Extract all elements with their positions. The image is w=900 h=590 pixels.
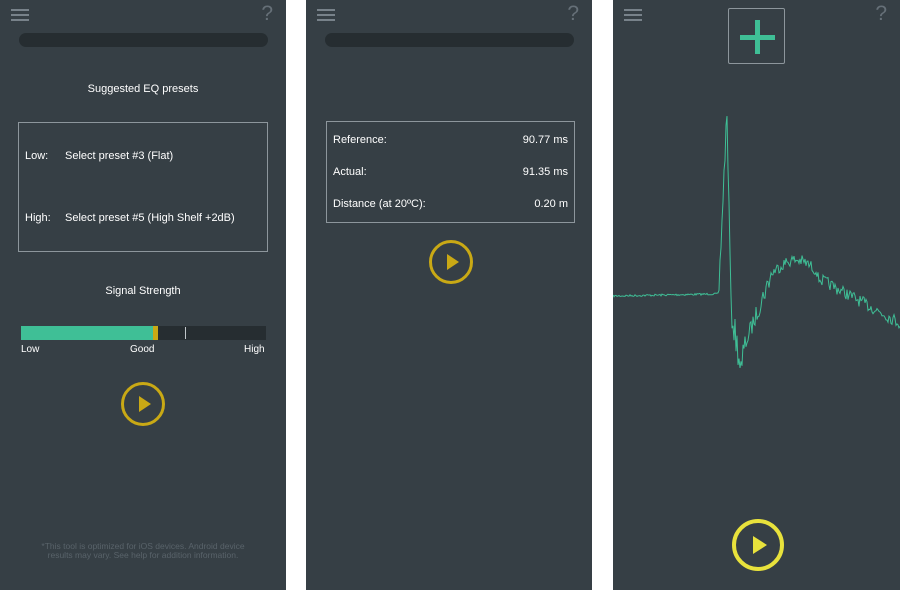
screen-delay-results: ? Reference: 90.77 ms Actual: 91.35 ms D… [306, 0, 592, 590]
screen-eq-presets: ? Suggested EQ presets Low: Select prese… [0, 0, 286, 590]
signal-meter-peak [153, 326, 158, 340]
eq-presets-title: Suggested EQ presets [87, 83, 199, 95]
signal-meter-fill [21, 326, 153, 340]
play-icon [139, 396, 151, 412]
actual-label: Actual: [333, 166, 367, 178]
distance-value: 0.20 m [534, 198, 568, 210]
preset-high-value: Select preset #5 (High Shelf +2dB) [65, 212, 235, 224]
play-icon [447, 254, 459, 270]
scale-low-label: Low [21, 344, 40, 355]
progress-bar [19, 33, 268, 47]
reference-label: Reference: [333, 134, 387, 146]
distance-label: Distance (at 20ºC): [333, 198, 426, 210]
progress-bar [325, 33, 574, 47]
results-box: Reference: 90.77 ms Actual: 91.35 ms Dis… [326, 121, 575, 223]
menu-icon[interactable] [11, 9, 29, 21]
screen-impulse-response: ? [613, 0, 900, 590]
signal-strength-title: Signal Strength [105, 285, 181, 297]
scale-high-label: High [244, 344, 265, 355]
menu-icon[interactable] [317, 9, 335, 21]
footnote-text: *This tool is optimized for iOS devices.… [41, 541, 245, 560]
scale-good-label: Good [130, 344, 155, 355]
preset-high-label: High: [25, 212, 51, 224]
impulse-response-waveform [613, 116, 900, 368]
signal-meter-marker [185, 327, 186, 339]
menu-icon[interactable] [624, 9, 642, 21]
actual-value: 91.35 ms [522, 166, 568, 178]
reference-value: 90.77 ms [522, 134, 568, 146]
help-icon[interactable]: ? [261, 2, 273, 26]
play-button[interactable] [732, 519, 784, 571]
preset-low-value: Select preset #3 (Flat) [65, 150, 174, 162]
preset-low-label: Low: [25, 150, 49, 162]
play-button[interactable] [121, 382, 165, 426]
help-icon[interactable]: ? [875, 2, 887, 26]
play-button[interactable] [429, 240, 473, 284]
help-icon[interactable]: ? [567, 2, 579, 26]
presets-box: Low: Select preset #3 (Flat) High: Selec… [18, 122, 268, 252]
play-icon [753, 536, 767, 554]
signal-strength-meter [21, 326, 266, 340]
add-button[interactable] [728, 8, 785, 64]
waveform-line [613, 116, 900, 368]
